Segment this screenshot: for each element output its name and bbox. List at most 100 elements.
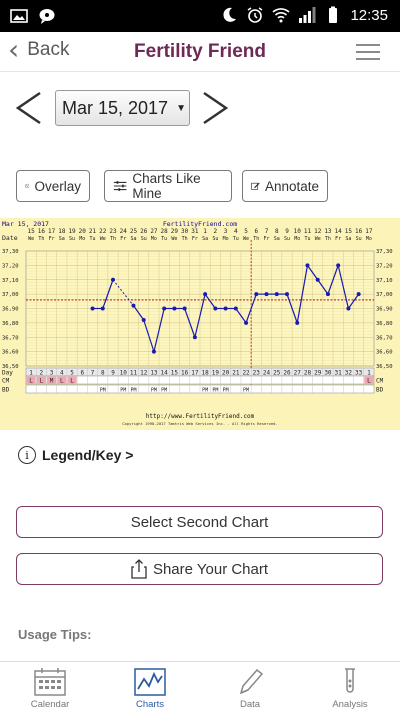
chart-bd-label: PM xyxy=(202,388,208,394)
chart-weekday-label: We xyxy=(28,236,34,242)
chart-date-label: 11 xyxy=(304,228,312,235)
chart-weekday-label: Su xyxy=(284,236,290,242)
back-button[interactable]: ‹ Back xyxy=(8,36,69,64)
chart-date-label: 29 xyxy=(171,228,179,235)
chart-date-label: 7 xyxy=(265,228,269,235)
chart-date-label: 6 xyxy=(254,228,258,235)
tab-data[interactable]: Data xyxy=(200,662,300,711)
calendar-icon xyxy=(34,668,66,696)
chart-date-label: 17 xyxy=(365,228,373,235)
chart-date-label: 10 xyxy=(294,228,302,235)
chart-y-tick-right: 36,80 xyxy=(376,321,393,327)
chart-temperature-point xyxy=(192,335,197,340)
chart-cycle-day-label: 20 xyxy=(222,370,230,377)
chart-date-label: 15 xyxy=(28,228,36,235)
chart-date-label: 13 xyxy=(324,228,332,235)
chart-y-tick-left: 36,80 xyxy=(2,321,19,327)
chart-y-tick-left: 37,10 xyxy=(2,278,19,284)
chart-date-label: 14 xyxy=(335,228,343,235)
chart-cycle-day-label: 29 xyxy=(314,370,322,377)
chart-y-tick-left: 36,70 xyxy=(2,335,19,341)
share-chart-button[interactable]: Share Your Chart xyxy=(16,553,383,585)
chart-temperature-point xyxy=(325,292,330,297)
chart-temperature-point xyxy=(172,306,177,311)
annotate-button[interactable]: Annotate xyxy=(242,170,328,202)
tab-charts[interactable]: Charts xyxy=(100,662,200,711)
chart-bd-label: PM xyxy=(100,388,106,394)
chart-cm-label: L xyxy=(367,378,371,385)
chart-bd-row-label-right: BD xyxy=(376,387,384,394)
chart-date-label: 8 xyxy=(275,228,279,235)
chart-weekday-label: Tu xyxy=(233,236,239,242)
chart-temperature-point xyxy=(254,292,259,297)
chart-cycle-day-label: 32 xyxy=(345,370,353,377)
chart-temperature-point xyxy=(285,292,289,297)
chart-weekday-label: Su xyxy=(141,236,147,242)
chart-cycle-day-label: 6 xyxy=(80,370,84,377)
chart-date-label: 28 xyxy=(161,228,169,235)
alarm-icon xyxy=(248,7,263,23)
chart-temperature-point xyxy=(90,306,95,311)
chart-cycle-day-label: 12 xyxy=(140,370,148,377)
chart-cycle-day-label: 27 xyxy=(294,370,302,377)
date-select[interactable]: Mar 15, 2017 ▼ xyxy=(55,90,190,126)
chart-date-label: 25 xyxy=(130,228,138,235)
bbt-chart[interactable]: Mar 15, 2017 FertilityFriend.com Date 15 We 1… xyxy=(0,218,400,430)
select-second-chart-button[interactable]: Select Second Chart xyxy=(16,506,383,538)
chart-weekday-label: Su xyxy=(356,236,362,242)
chart-temperature-point xyxy=(162,306,167,311)
chart-weekday-label: Mo xyxy=(294,236,300,242)
chart-bd-label: PM xyxy=(212,388,218,394)
chart-cycle-day-label: 15 xyxy=(171,370,179,377)
chart-day-row-label: Day xyxy=(2,370,13,377)
hamburger-menu-icon[interactable] xyxy=(356,44,380,60)
chart-cycle-day-label: 16 xyxy=(181,370,189,377)
chart-weekday-label: We xyxy=(100,236,106,242)
chart-weekday-label: Sa xyxy=(59,236,65,242)
chart-temperature-point xyxy=(264,292,269,297)
chart-date-label: 16 xyxy=(355,228,363,235)
chart-date-label: 17 xyxy=(48,228,56,235)
chart-bd-label: PM xyxy=(223,388,229,394)
chart-cycle-day-label: 17 xyxy=(191,370,199,377)
chart-date-label: 9 xyxy=(285,228,289,235)
chart-weekday-label: We xyxy=(315,236,321,242)
chart-icon xyxy=(134,668,166,696)
chart-y-tick-right: 37,20 xyxy=(376,263,393,269)
chart-y-tick-left: 37,00 xyxy=(2,292,19,298)
tab-calendar-label: Calendar xyxy=(30,699,70,710)
tab-calendar[interactable]: Calendar xyxy=(0,662,100,711)
status-time: 12:35 xyxy=(350,6,388,24)
app-header: ‹ Back Fertility Friend xyxy=(0,32,400,72)
chart-cycle-day-label: 24 xyxy=(263,370,271,377)
chart-cycle-day-label: 21 xyxy=(232,370,240,377)
overlay-button[interactable]: Overlay xyxy=(16,170,90,202)
chart-cycle-day-label: 4 xyxy=(60,370,64,377)
charts-like-mine-button[interactable]: Charts Like Mine xyxy=(104,170,232,202)
chart-cm-label: L xyxy=(29,378,33,385)
legend-key-link[interactable]: i Legend/Key > xyxy=(18,446,133,464)
test-tube-icon xyxy=(345,668,355,693)
tab-analysis[interactable]: Analysis xyxy=(300,662,400,711)
chart-cycle-day-label: 22 xyxy=(242,370,250,377)
wifi-icon xyxy=(272,8,290,23)
select-second-chart-label: Select Second Chart xyxy=(130,513,269,531)
chart-bd-label: PM xyxy=(151,388,157,394)
share-icon xyxy=(131,559,147,579)
next-date-button[interactable] xyxy=(200,90,230,132)
chart-bd-label: PM xyxy=(120,388,126,394)
signal-icon xyxy=(299,7,316,23)
chart-temperature-point xyxy=(111,277,115,282)
chart-cycle-day-label: 25 xyxy=(273,370,281,377)
chart-date-label: 5 xyxy=(244,228,248,235)
chart-y-tick-right: 36,90 xyxy=(376,307,393,313)
chart-cycle-day-label: 26 xyxy=(283,370,291,377)
chart-y-tick-right: 36,70 xyxy=(376,335,393,341)
do-not-disturb-icon xyxy=(223,7,237,22)
chart-temperature-point xyxy=(151,349,156,354)
chart-weekday-label: Fr xyxy=(192,236,198,242)
chart-cycle-day-label: 18 xyxy=(202,370,210,377)
chart-weekday-label: Sa xyxy=(274,236,280,242)
previous-date-button[interactable] xyxy=(14,90,44,132)
chart-temperature-point xyxy=(131,303,136,308)
